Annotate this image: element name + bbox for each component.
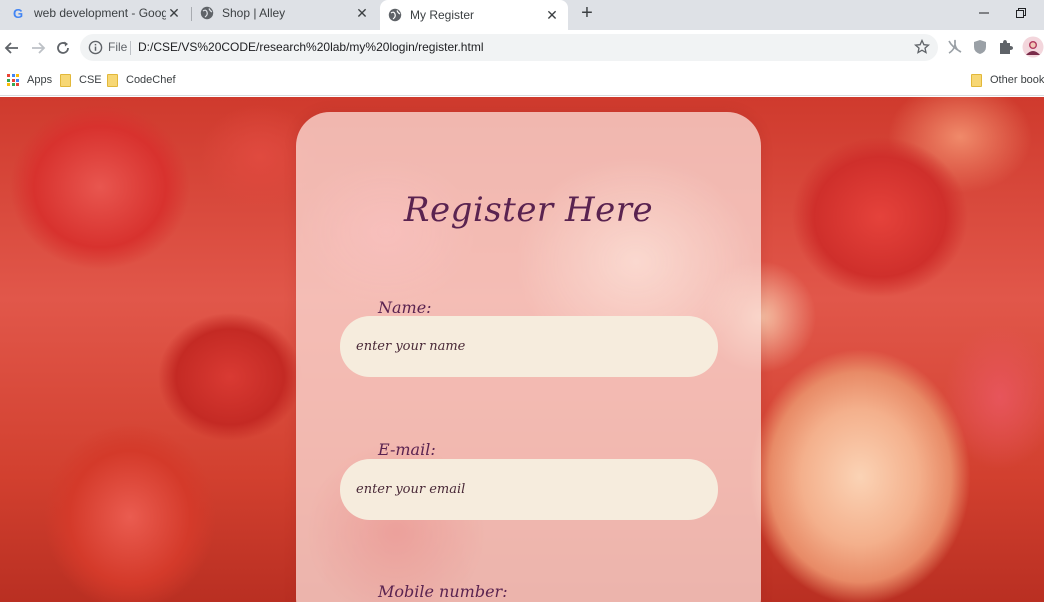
bookmark-other[interactable]: Other bookmarks — [971, 71, 1044, 89]
bookmark-label: CodeChef — [126, 74, 176, 86]
pdf-extension-icon[interactable] — [946, 38, 964, 56]
page-title: Register Here — [403, 190, 654, 230]
minimize-icon — [979, 12, 989, 14]
globe-icon — [200, 6, 214, 20]
bookmark-cse[interactable]: CSE — [60, 71, 102, 89]
profile-avatar[interactable] — [1022, 36, 1044, 58]
back-button[interactable] — [0, 36, 24, 60]
browser-toolbar: File — [0, 30, 1044, 65]
register-card: Register Here Name: E-mail: Mobile numbe… — [296, 112, 761, 602]
new-tab-button[interactable]: + — [576, 3, 598, 25]
globe-icon — [388, 8, 402, 22]
close-icon[interactable]: ✕ — [354, 5, 370, 21]
email-input[interactable] — [340, 459, 718, 520]
email-label: E-mail: — [378, 440, 436, 459]
reload-button[interactable] — [51, 36, 75, 60]
restore-button[interactable] — [1003, 0, 1039, 26]
close-icon[interactable]: ✕ — [544, 7, 560, 23]
folder-icon — [107, 73, 118, 87]
reload-icon — [57, 41, 69, 54]
name-label: Name: — [378, 298, 432, 317]
bookmark-label: Other bookmarks — [990, 74, 1044, 86]
bookmarks-bar: Apps CSE CodeChef Other bookmarks — [0, 65, 1044, 96]
close-icon[interactable]: ✕ — [166, 5, 182, 21]
forward-button[interactable] — [26, 36, 50, 60]
tab-my-register[interactable]: My Register ✕ — [380, 0, 568, 30]
google-g-icon: G — [12, 6, 26, 20]
tab-label: My Register — [410, 8, 475, 22]
info-icon[interactable] — [88, 40, 103, 55]
restore-icon — [1016, 8, 1026, 18]
tab-shop-alley[interactable]: Shop | Alley ✕ — [192, 0, 378, 26]
arrow-right-icon — [32, 42, 46, 54]
puzzle-extensions-icon[interactable] — [996, 38, 1014, 56]
address-bar[interactable]: File — [80, 34, 938, 61]
bookmark-codechef[interactable]: CodeChef — [107, 71, 176, 89]
apps-grid-icon — [7, 74, 19, 86]
name-input[interactable] — [340, 316, 718, 377]
rose-background: Register Here Name: E-mail: Mobile numbe… — [0, 97, 1044, 602]
shield-icon[interactable] — [971, 38, 989, 56]
svg-text:G: G — [13, 6, 23, 20]
tab-google-search[interactable]: G web development - Google Search ✕ — [4, 0, 190, 26]
arrow-left-icon — [4, 42, 18, 54]
folder-icon — [60, 73, 71, 87]
mobile-number-label: Mobile number: — [378, 582, 508, 601]
folder-icon — [971, 73, 982, 87]
minimize-button[interactable] — [966, 0, 1002, 26]
star-icon[interactable] — [914, 39, 930, 55]
tab-label: web development - Google Search — [34, 6, 166, 20]
url-input[interactable] — [138, 40, 838, 54]
scheme-label: File — [108, 40, 128, 54]
tab-strip: G web development - Google Search ✕ Shop… — [0, 0, 1044, 30]
bookmark-apps[interactable]: Apps — [7, 71, 52, 89]
omnibox-divider — [130, 41, 131, 55]
bookmark-label: Apps — [27, 74, 53, 86]
tab-label: Shop | Alley — [222, 6, 286, 20]
bookmark-label: CSE — [79, 74, 102, 86]
